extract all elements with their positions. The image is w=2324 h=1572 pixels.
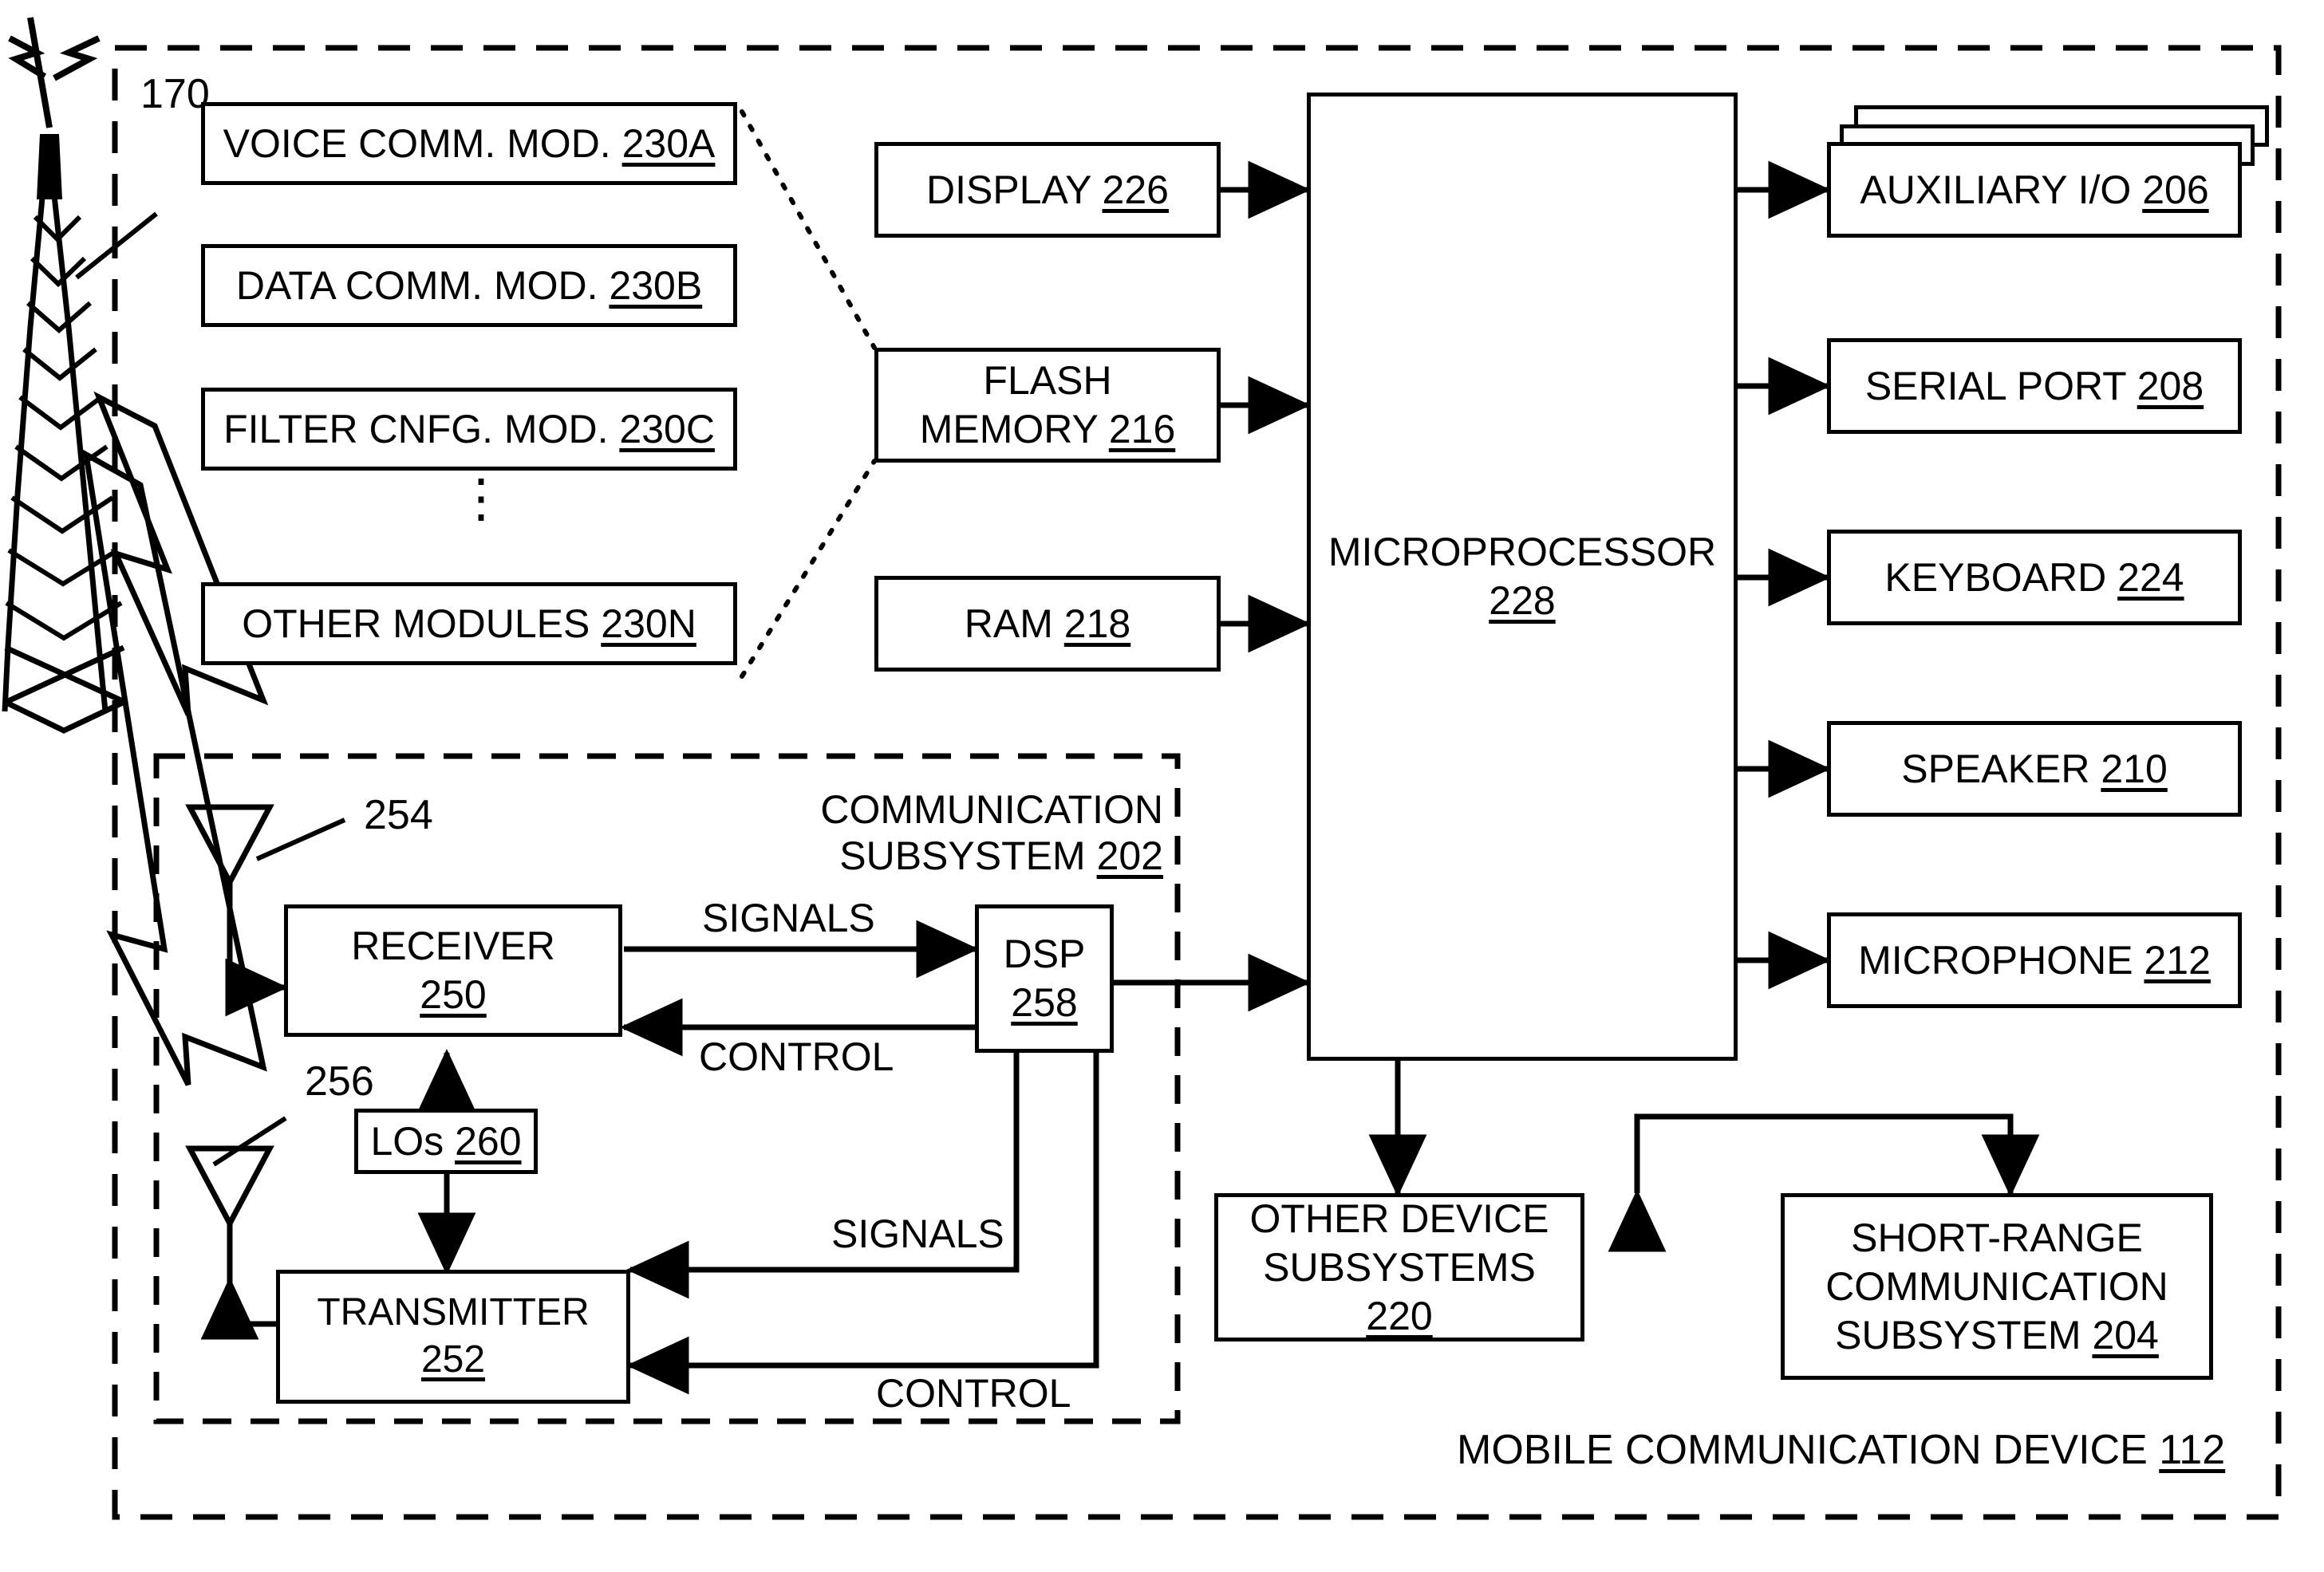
arrow-transmitter-to-antenna xyxy=(200,1277,282,1340)
auxiliary-io-label: AUXILIARY I/O xyxy=(1860,167,2132,212)
cell-tower-icon xyxy=(2,17,158,734)
module-label-other-modules: OTHER MODULES xyxy=(242,601,590,646)
short-range-line3: SUBSYSTEM xyxy=(1835,1312,2081,1357)
arrow-microprocessor-to-short-range xyxy=(1608,1113,2040,1252)
communication-subsystem-caption-line2: SUBSYSTEM xyxy=(839,833,1086,878)
dsp-label: DSP xyxy=(1003,932,1086,976)
transmitter-ref: 252 xyxy=(420,1338,486,1381)
speaker-label: SPEAKER xyxy=(1901,746,2090,791)
receiver-label: RECEIVER xyxy=(351,924,555,968)
transmitter-box[interactable]: TRANSMITTER 252 xyxy=(276,1270,630,1404)
module-box-other-modules[interactable]: OTHER MODULES 230N xyxy=(201,582,737,665)
display-label: DISPLAY xyxy=(926,167,1091,212)
keyboard-label: KEYBOARD xyxy=(1884,554,2107,600)
display-box[interactable]: DISPLAY 226 xyxy=(874,142,1221,238)
serial-port-label: SERIAL PORT xyxy=(1864,363,2126,408)
antenna-254-reference-label: 254 xyxy=(364,792,433,838)
speaker-box[interactable]: SPEAKER 210 xyxy=(1827,721,2242,817)
module-box-voice-comm[interactable]: VOICE COMM. MOD. 230A xyxy=(201,102,737,185)
serial-port-box[interactable]: SERIAL PORT 208 xyxy=(1827,338,2242,434)
module-box-filter-cnfg[interactable]: FILTER CNFG. MOD. 230C xyxy=(201,388,737,471)
patent-figure: 170 VOICE COMM. MOD. 230A DATA COMM. MOD… xyxy=(0,0,2324,1572)
other-device-subsystems-line2: SUBSYSTEMS xyxy=(1263,1244,1536,1290)
communication-subsystem-caption-line1: COMMUNICATION xyxy=(820,787,1163,832)
signals-transmitter-label: SIGNALS xyxy=(831,1212,1004,1256)
tower-reference-label: 170 xyxy=(140,71,210,117)
microphone-box[interactable]: MICROPHONE 212 xyxy=(1827,912,2242,1008)
receiver-box[interactable]: RECEIVER 250 xyxy=(284,904,622,1037)
ram-ref: 218 xyxy=(1063,601,1131,646)
los-ref: 260 xyxy=(455,1118,522,1164)
short-range-communication-subsystem-box[interactable]: SHORT-RANGE COMMUNICATION SUBSYSTEM 204 xyxy=(1781,1193,2213,1380)
dsp-box[interactable]: DSP 258 xyxy=(975,904,1114,1053)
module-box-data-comm[interactable]: DATA COMM. MOD. 230B xyxy=(201,244,737,327)
keyboard-ref: 224 xyxy=(2117,554,2184,600)
mobile-device-caption: MOBILE COMMUNICATION DEVICE 112 xyxy=(1457,1426,2225,1474)
module-ref-filter-cnfg: 230C xyxy=(619,406,715,451)
flash-memory-label-line2: MEMORY xyxy=(919,407,1098,451)
module-ref-other-modules: 230N xyxy=(601,601,696,646)
signals-receiver-label: SIGNALS xyxy=(702,896,875,940)
auxiliary-io-ref: 206 xyxy=(2142,167,2209,212)
antenna-256-reference-label: 256 xyxy=(305,1058,374,1105)
other-device-subsystems-line1: OTHER DEVICE xyxy=(1249,1196,1549,1241)
communication-subsystem-caption: COMMUNICATION SUBSYSTEM 202 xyxy=(748,786,1163,879)
microprocessor-ref: 228 xyxy=(1489,578,1556,623)
flash-memory-box[interactable]: FLASH MEMORY 216 xyxy=(874,348,1221,463)
flash-memory-ref: 216 xyxy=(1108,407,1176,451)
microphone-ref: 212 xyxy=(2144,937,2211,983)
microphone-label: MICROPHONE xyxy=(1858,937,2133,983)
module-to-flash-dotted-leaders xyxy=(740,109,877,679)
mobile-device-caption-ref: 112 xyxy=(2159,1427,2226,1473)
dsp-ref: 258 xyxy=(1011,980,1078,1025)
ram-label: RAM xyxy=(964,601,1053,646)
keyboard-box[interactable]: KEYBOARD 224 xyxy=(1827,530,2242,625)
los-box[interactable]: LOs 260 xyxy=(354,1109,538,1174)
transmitter-label: TRANSMITTER xyxy=(317,1291,590,1334)
microprocessor-label: MICROPROCESSOR xyxy=(1328,530,1717,574)
module-label-data-comm: DATA COMM. MOD. xyxy=(235,262,598,308)
serial-port-ref: 208 xyxy=(2137,363,2204,408)
module-label-voice-comm: VOICE COMM. MOD. xyxy=(223,120,611,166)
flash-memory-label-line1: FLASH xyxy=(983,358,1112,403)
short-range-line1: SHORT-RANGE xyxy=(1851,1215,2143,1260)
mobile-device-caption-label: MOBILE COMMUNICATION DEVICE xyxy=(1457,1427,2148,1473)
communication-subsystem-caption-ref: 202 xyxy=(1096,833,1163,878)
microprocessor-box[interactable]: MICROPROCESSOR 228 xyxy=(1307,93,1738,1061)
control-receiver-label: CONTROL xyxy=(699,1034,894,1079)
module-ref-data-comm: 230B xyxy=(609,262,703,308)
auxiliary-io-box[interactable]: AUXILIARY I/O 206 xyxy=(1827,142,2242,238)
module-stack-ellipsis-icon: ⋮ xyxy=(455,468,507,527)
module-label-filter-cnfg: FILTER CNFG. MOD. xyxy=(223,406,609,451)
ram-box[interactable]: RAM 218 xyxy=(874,576,1221,672)
module-ref-voice-comm: 230A xyxy=(621,120,716,166)
display-ref: 226 xyxy=(1102,167,1169,212)
other-device-subsystems-box[interactable]: OTHER DEVICE SUBSYSTEMS 220 xyxy=(1214,1193,1584,1342)
speaker-ref: 210 xyxy=(2101,746,2168,791)
transmit-antenna-icon xyxy=(185,1116,287,1306)
control-transmitter-label: CONTROL xyxy=(876,1371,1071,1416)
arrow-dsp-control-to-transmitter xyxy=(626,1053,1099,1395)
receiver-ref: 250 xyxy=(420,972,487,1017)
los-label: LOs xyxy=(370,1118,444,1164)
short-range-ref: 204 xyxy=(2092,1312,2159,1357)
short-range-line2: COMMUNICATION xyxy=(1825,1263,2168,1309)
other-device-subsystems-ref: 220 xyxy=(1366,1293,1433,1338)
